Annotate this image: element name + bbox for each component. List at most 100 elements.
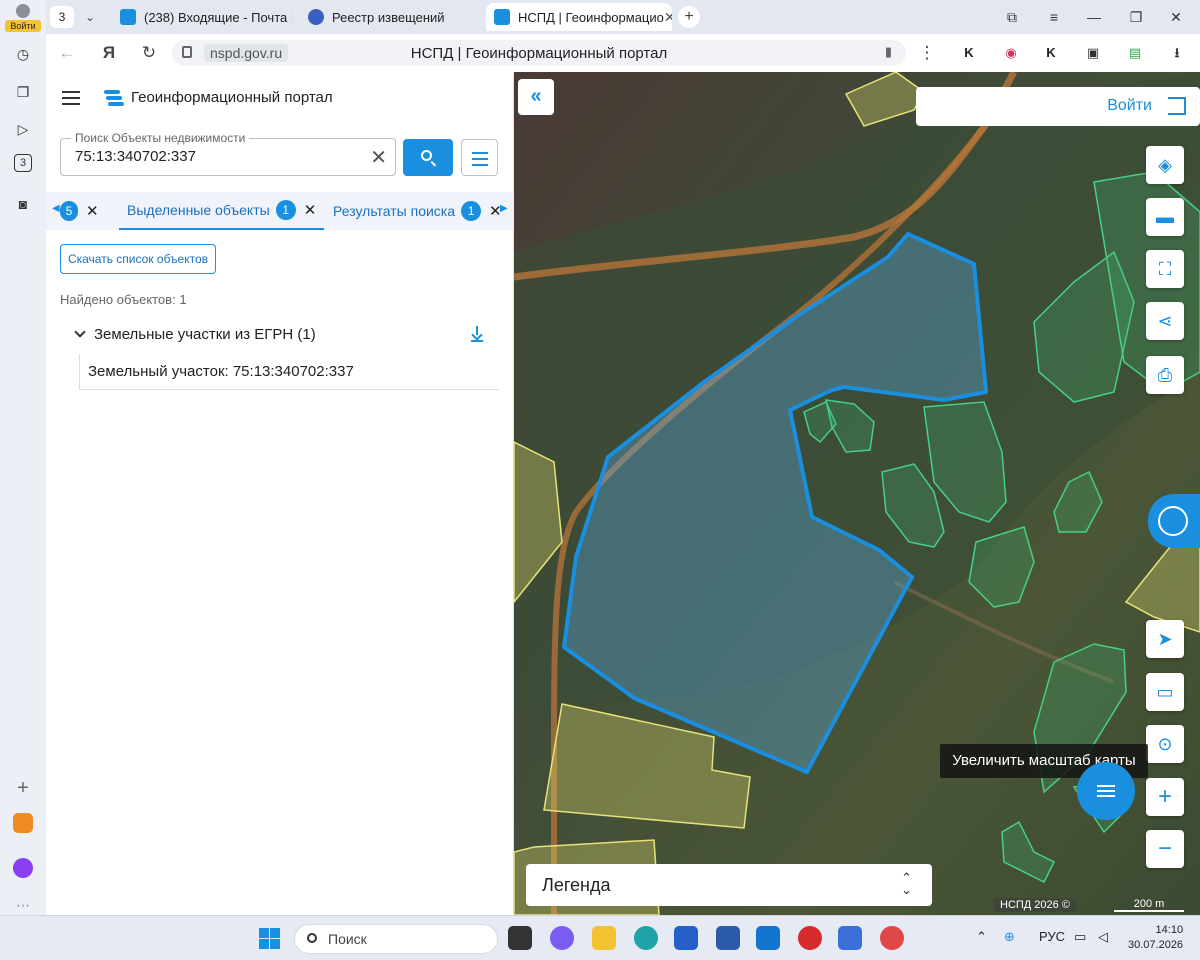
tab-count-button[interactable]: 3	[50, 6, 74, 28]
taskbar: Поиск ⌃ ⊕ РУС ▭ ◁ 14:10 30.07.2026	[0, 915, 1200, 960]
group-header[interactable]: Земельные участки из ЕГРН (1)	[74, 326, 316, 343]
list-item[interactable]: Земельный участок: 75:13:340702:337	[79, 354, 499, 390]
history-icon[interactable]: ◷	[11, 42, 35, 66]
more-menu-icon[interactable]: ⋮	[916, 42, 938, 64]
address-bar: ← Я ↻ nspd.gov.ru НСПД | Геоинформационн…	[46, 34, 1200, 72]
share-button[interactable]: ⋖	[1146, 302, 1184, 340]
windows-start-icon[interactable]	[259, 928, 280, 949]
restore-icon[interactable]: ❐	[1124, 6, 1148, 28]
search-input[interactable]	[75, 148, 355, 165]
tabs-scroll-left-icon[interactable]: ◀	[52, 203, 60, 214]
add-panel-icon[interactable]: +	[11, 776, 35, 800]
filter-button[interactable]	[461, 139, 498, 176]
extension-doc-icon[interactable]: ▤	[1124, 42, 1146, 64]
layers-button[interactable]: ◈	[1146, 146, 1184, 184]
layers-icon: ◈	[1158, 154, 1172, 175]
store-icon[interactable]	[674, 926, 698, 950]
file-explorer-icon[interactable]	[592, 926, 616, 950]
browser-sidebar: Войти ◷ ❐ ▷ 3 ◙ + ⋯	[0, 0, 46, 915]
login-button[interactable]: Войти	[916, 87, 1200, 126]
screenshot-icon[interactable]: ◙	[11, 192, 35, 216]
tabs-scroll-right-icon[interactable]: ▶	[500, 203, 508, 214]
back-icon[interactable]: ←	[56, 42, 78, 64]
close-tab-icon[interactable]: ✕	[664, 9, 672, 26]
extension-k-icon[interactable]: K	[958, 42, 980, 64]
menu-icon[interactable]: ≡	[1042, 6, 1066, 28]
monitor-icon[interactable]: ▭	[1074, 929, 1086, 945]
close-tab-icon[interactable]: ✕	[86, 202, 99, 220]
feedback-icon	[1158, 506, 1188, 536]
hamburger-menu-icon[interactable]	[62, 91, 80, 105]
collapse-panel-button[interactable]: «	[518, 79, 554, 115]
tray-app-icon[interactable]: ⊕	[1004, 929, 1015, 945]
word-icon[interactable]	[716, 926, 740, 950]
extension-target-icon[interactable]: ◉	[1000, 42, 1022, 64]
extension-cube-icon[interactable]: ▣	[1082, 42, 1104, 64]
taskbar-search[interactable]: Поиск	[294, 924, 498, 954]
volume-icon[interactable]: ◁	[1098, 929, 1108, 945]
zoom-to-object-button[interactable]: ⊙	[1146, 725, 1184, 763]
tab-label: Выделенные объекты	[127, 202, 270, 218]
map-view[interactable]: « Войти ◈ ▬ ⛶ ⋖ ⎙ ➤ ▭ ⊙ + − Увеличить ма…	[514, 72, 1200, 915]
group-label: Земельные участки из ЕГРН (1)	[94, 326, 316, 343]
extension-k2-icon[interactable]: K	[1040, 42, 1062, 64]
download-list-button[interactable]: Скачать список объектов	[60, 244, 216, 274]
area-select-button[interactable]: ⛶	[1146, 250, 1184, 288]
alice-icon[interactable]	[13, 858, 33, 878]
portal-logo-icon	[104, 88, 124, 108]
zoom-out-button[interactable]: −	[1146, 830, 1184, 868]
clear-icon[interactable]: ✕	[370, 145, 387, 170]
clock[interactable]: 14:10 30.07.2026	[1128, 923, 1183, 953]
measure-button[interactable]: ▬	[1146, 198, 1184, 236]
reload-icon[interactable]: ↻	[138, 42, 160, 64]
mail-app-icon[interactable]	[13, 813, 33, 833]
search-button[interactable]	[403, 139, 453, 176]
zoom-in-button[interactable]: +	[1146, 778, 1184, 816]
minimap-button[interactable]: ▭	[1146, 673, 1184, 711]
minimize-icon[interactable]: —	[1082, 6, 1106, 28]
search-field[interactable]: Поиск Объекты недвижимости ✕	[60, 131, 396, 176]
scale-bar: 200 m	[1114, 898, 1184, 912]
tab-nspd[interactable]: НСПД | Геоинформацио ✕	[486, 3, 672, 31]
profile-button[interactable]: Войти	[5, 2, 41, 32]
more-icon[interactable]: ⋯	[11, 893, 35, 917]
edge-icon[interactable]	[634, 926, 658, 950]
yandex-browser-icon[interactable]	[838, 926, 862, 950]
print-button[interactable]: ⎙	[1146, 356, 1184, 394]
feedback-side-button[interactable]	[1148, 494, 1200, 548]
new-tab-button[interactable]: +	[678, 6, 700, 28]
tab-search-results[interactable]: Результаты поиска 1 ✕	[333, 192, 502, 230]
bookmark-icon[interactable]: ▮	[885, 44, 892, 60]
tabs-badge-icon[interactable]: 3	[14, 154, 32, 172]
close-window-icon[interactable]: ✕	[1164, 6, 1188, 28]
download-icon[interactable]: ⭳	[1166, 42, 1188, 64]
login-icon	[1168, 97, 1186, 115]
url-field[interactable]: nspd.gov.ru НСПД | Геоинформационный пор…	[172, 40, 906, 66]
tab-mail[interactable]: (238) Входящие - Почта М	[112, 3, 292, 31]
language-indicator[interactable]: РУС	[1039, 929, 1065, 944]
media-app-icon[interactable]	[798, 926, 822, 950]
download-icon[interactable]	[470, 325, 486, 343]
app-c-icon[interactable]	[880, 926, 904, 950]
legend-label: Легенда	[542, 875, 611, 895]
legend-panel[interactable]: Легенда ⌃ ⌄	[526, 864, 932, 906]
chat-button[interactable]	[1077, 762, 1135, 820]
bookmarks-panel-icon[interactable]: ⧉	[1000, 6, 1024, 28]
outlook-icon[interactable]	[756, 926, 780, 950]
tab-title: Реестр извещений	[332, 9, 445, 25]
tab-selected-objects[interactable]: Выделенные объекты 1 ✕	[119, 192, 325, 230]
tab-registry[interactable]: Реестр извещений	[300, 3, 480, 31]
task-view-icon[interactable]	[508, 926, 532, 950]
geolocation-button[interactable]: ➤	[1146, 620, 1184, 658]
login-label: Войти	[1107, 97, 1152, 114]
video-icon[interactable]: ▷	[11, 117, 35, 141]
copilot-icon[interactable]	[550, 926, 574, 950]
tab-hidden[interactable]: 5 ✕	[60, 192, 99, 230]
collections-icon[interactable]: ❐	[11, 80, 35, 104]
yandex-icon[interactable]: Я	[98, 42, 120, 64]
close-tab-icon[interactable]: ✕	[304, 201, 317, 219]
mail-favicon-icon	[120, 9, 136, 25]
chevron-down-icon[interactable]: ⌄	[78, 6, 102, 28]
tab-badge: 1	[275, 200, 296, 220]
tray-chevron-icon[interactable]: ⌃	[976, 929, 987, 945]
